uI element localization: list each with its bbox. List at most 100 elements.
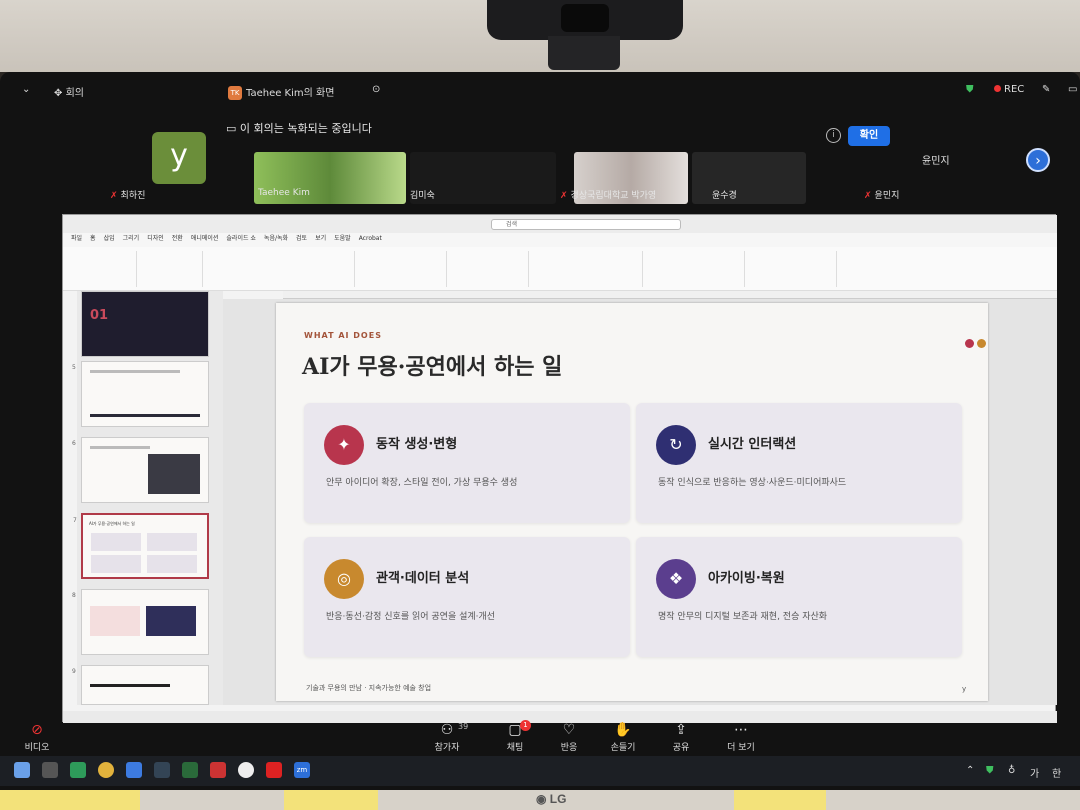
card-title: 동작 생성·변형 (376, 437, 458, 452)
tray-expand-icon[interactable]: ⌃ (966, 765, 974, 776)
zoom-icon[interactable]: zm (294, 762, 310, 778)
tab-transitions[interactable]: 전환 (172, 235, 183, 242)
meeting-menu[interactable]: ✥ 회의 (54, 84, 84, 99)
sparkle-icon: ✦ (324, 425, 364, 465)
share-label: Taehee Kim의 화면 (246, 88, 335, 99)
ribbon (63, 247, 1057, 291)
card-title: 관객·데이터 분석 (376, 571, 470, 586)
acrobat-icon[interactable] (266, 762, 282, 778)
meeting-label: 회의 (65, 88, 84, 99)
slide-thumbnail[interactable]: 6 (72, 437, 209, 503)
search-input[interactable]: 검색 (491, 219, 681, 230)
dropdown-chevron-icon[interactable]: ⌄ (22, 84, 30, 95)
decorative-dots (962, 333, 986, 352)
chat-button[interactable]: ▢ 1 채팅 (490, 720, 540, 753)
chatgpt-icon[interactable] (238, 762, 254, 778)
slide-thumbnail[interactable]: 5 (72, 361, 209, 427)
more-icon: ⋯ (734, 722, 748, 738)
video-button[interactable]: ⊘ 비디오 (12, 722, 62, 753)
card-description: 반응·동선·감정 신호를 읽어 공연을 설계·개선 (326, 612, 496, 622)
tab-view[interactable]: 보기 (315, 235, 326, 242)
app-icon[interactable] (126, 762, 142, 778)
more-button[interactable]: ⋯ 더 보기 (716, 722, 766, 753)
start-icon[interactable] (14, 762, 30, 778)
sticky-note (0, 790, 140, 810)
confirm-button[interactable]: 확인 (848, 126, 890, 146)
feature-card: ↻ 실시간 인터랙션 동작 인식으로 반응하는 영상·사운드·미디어파사드 (636, 403, 962, 523)
slide-thumbnail[interactable]: 01 (81, 291, 209, 357)
tray-ime[interactable]: 한 (1052, 765, 1061, 780)
slide-thumbnail[interactable]: 8 (72, 589, 209, 655)
current-slide[interactable]: WHAT AI DOES AI가 무용·공연에서 하는 일 ✦ 동작 생성·변형… (276, 303, 988, 701)
next-participants-arrow-icon[interactable]: › (1026, 148, 1050, 172)
ruler (283, 291, 1057, 299)
feature-card: ✦ 동작 생성·변형 안무 아이디어 확장, 스타일 전이, 가상 무용수 생성 (304, 403, 630, 523)
webcam-clip (548, 36, 620, 70)
slide-thumbnail[interactable]: 9 (72, 665, 209, 705)
slides-group[interactable] (139, 251, 203, 287)
reactions-button[interactable]: ♡ 반응 (544, 722, 594, 753)
feature-card: ◎ 관객·데이터 분석 반응·동선·감정 신호를 읽어 공연을 설계·개선 (304, 537, 630, 657)
slide-page-mark: y (962, 685, 967, 693)
app-icon[interactable] (210, 762, 226, 778)
tab-help[interactable]: 도움말 (334, 235, 351, 242)
arrange-group[interactable] (531, 251, 643, 287)
slide-title: AI가 무용·공연에서 하는 일 (302, 354, 563, 380)
tray-language[interactable]: 가 (1030, 765, 1039, 780)
tab-file[interactable]: 파일 (71, 235, 82, 242)
security-shield-icon[interactable]: ⛊ (966, 84, 974, 95)
app-icon[interactable] (70, 762, 86, 778)
ribbon-tabs: 파일 홈 삽입 그리기 디자인 전환 애니메이션 슬라이드 쇼 녹음/녹화 검토 보기 도움말 Acro… (63, 233, 1057, 247)
zoom-top-bar: ⌄ ✥ 회의 TK Taehee Kim의 화면 ⊙ ⛊ REC ✎ ▭ (0, 76, 1080, 106)
card-title: 아카이빙·복원 (708, 571, 785, 586)
lg-logo: ◉ LG (536, 792, 567, 806)
taskbar: zm ⌃ ⛊ ♁ 가 한 (0, 756, 1080, 786)
tab-record[interactable]: 녹음/녹화 (264, 235, 288, 242)
active-speaker-name: 윤민지 (922, 156, 950, 167)
chat-badge: 1 (520, 720, 531, 731)
tab-acrobat[interactable]: Acrobat (359, 235, 382, 242)
app-icon[interactable] (154, 762, 170, 778)
tab-draw[interactable]: 그리기 (123, 235, 140, 242)
recording-notice: ▭ 이 회의는 녹화되는 중입니다 (226, 122, 372, 135)
participants-button[interactable]: ⚇ 39 참가자 (422, 722, 472, 753)
participant-name: 윤수경 (712, 191, 737, 201)
participant-avatar[interactable]: y (152, 132, 206, 184)
tab-slideshow[interactable]: 슬라이드 쇼 (226, 235, 256, 242)
tab-animations[interactable]: 애니메이션 (191, 235, 219, 242)
powerpoint-window: 검색 파일 홈 삽입 그리기 디자인 전환 애니메이션 슬라이드 쇼 녹음/녹화 검토 보기 도움말 A… (62, 214, 1057, 723)
slide-thumbnail-selected[interactable]: 7 AI가 무용·공연에서 하는 일 (73, 513, 209, 579)
tab-design[interactable]: 디자인 (147, 235, 164, 242)
tray-shield-icon[interactable]: ⛊ (986, 765, 994, 776)
view-options-icon[interactable]: ▭ (1068, 84, 1077, 95)
annotate-pen-icon[interactable]: ✎ (1042, 84, 1050, 95)
app-icon[interactable] (182, 762, 198, 778)
participant-name: 김미숙 (410, 191, 435, 201)
raise-hand-button[interactable]: ✋ 손들기 (598, 722, 648, 753)
editing-group[interactable] (645, 251, 745, 287)
tab-insert[interactable]: 삽입 (104, 235, 115, 242)
share-button[interactable]: ⇪ 공유 (656, 722, 706, 753)
tab-review[interactable]: 검토 (296, 235, 307, 242)
recording-indicator[interactable]: REC (994, 84, 1024, 95)
info-icon[interactable]: i (826, 128, 841, 143)
acrobat-group[interactable] (747, 251, 837, 287)
font-group[interactable] (205, 251, 355, 287)
taskview-icon[interactable] (42, 762, 58, 778)
archive-icon: ❖ (656, 559, 696, 599)
tab-home[interactable]: 홈 (90, 235, 96, 242)
card-title: 실시간 인터랙션 (708, 437, 797, 452)
paragraph-group[interactable] (357, 251, 447, 287)
more-options-icon[interactable]: ⊙ (372, 84, 380, 95)
share-indicator[interactable]: TK Taehee Kim의 화면 (228, 84, 334, 100)
participants-count: 39 (458, 722, 469, 731)
participant-video-tile[interactable] (692, 152, 806, 204)
chrome-icon[interactable] (98, 762, 114, 778)
webcam-lens (561, 4, 609, 32)
clipboard-group[interactable] (67, 251, 137, 287)
webcam (487, 0, 683, 40)
tray-mic-icon[interactable]: ♁ (1008, 765, 1015, 776)
drawing-group[interactable] (449, 251, 529, 287)
mic-muted-icon: ✗ (560, 191, 568, 201)
card-description: 동작 인식으로 반응하는 영상·사운드·미디어파사드 (658, 478, 847, 488)
